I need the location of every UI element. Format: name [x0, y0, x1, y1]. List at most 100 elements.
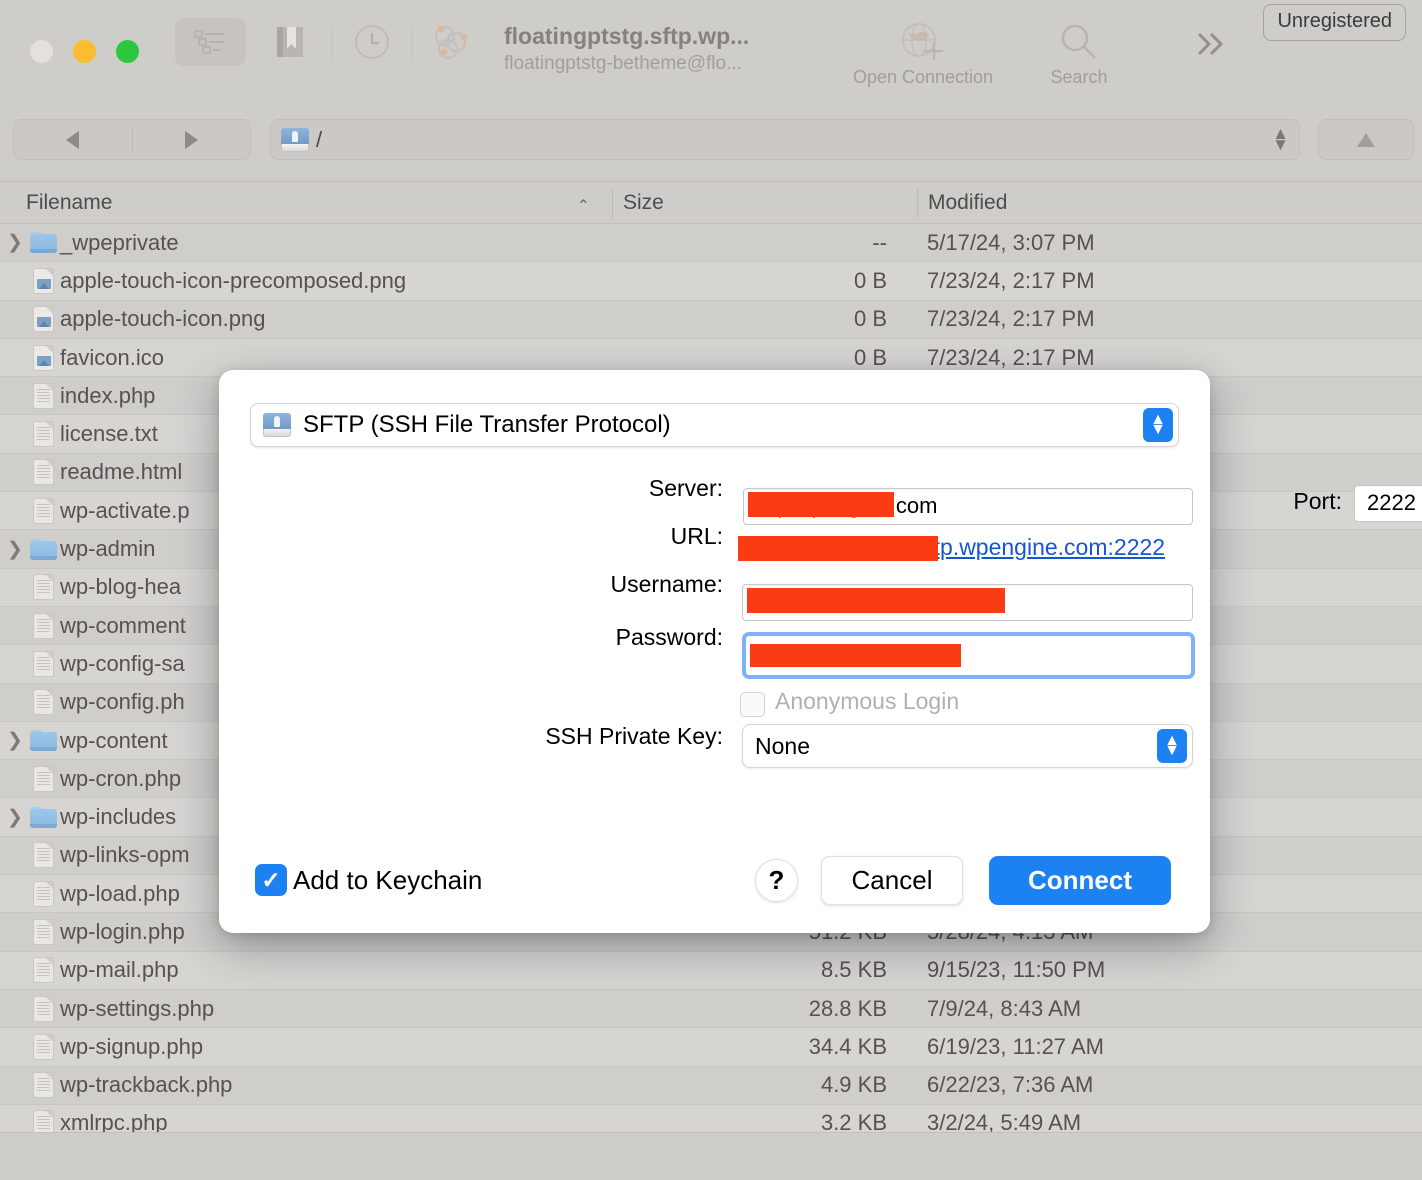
path-combobox[interactable]: / ▲ ▼ — [270, 119, 1300, 160]
table-row[interactable]: ❯ _wpeprivate -- 5/17/24, 3:07 PM — [0, 224, 1422, 263]
connection-user: floatingptstg-betheme@flo... — [504, 52, 742, 74]
file-modified: 6/19/23, 11:27 AM — [927, 1033, 1104, 1059]
file-size: 0 B — [853, 344, 887, 370]
table-row[interactable]: ❯ wp-signup.php 34.4 KB 6/19/23, 11:27 AM — [0, 1028, 1422, 1067]
file-size: 0 B — [853, 267, 887, 293]
server-input[interactable]: sftp.wpengine.com — [743, 488, 1193, 525]
disclosure-spacer: ❯ — [4, 691, 26, 714]
transfers-button[interactable] — [428, 20, 474, 64]
file-name: readme.html — [60, 459, 183, 485]
disclosure-spacer: ❯ — [4, 346, 26, 369]
list-view-button[interactable] — [175, 18, 246, 66]
history-nav-group — [13, 119, 251, 160]
unregistered-badge[interactable]: Unregistered — [1263, 4, 1406, 41]
ssh-private-key-select[interactable]: None ▲ ▼ — [742, 724, 1193, 768]
disclosure-spacer: ❯ — [4, 269, 26, 292]
password-label: Password: — [615, 623, 723, 650]
open-connection-button[interactable]: Open Connection — [853, 14, 993, 86]
forward-button[interactable] — [133, 130, 251, 149]
file-name: wp-includes — [60, 804, 177, 830]
disclosure-spacer: ❯ — [4, 959, 26, 982]
file-modified: 7/9/24, 8:43 AM — [927, 995, 1082, 1021]
disclosure-chevron-right-icon[interactable]: ❯ — [4, 806, 26, 829]
file-name: wp-settings.php — [60, 995, 215, 1021]
file-modified: 9/15/23, 11:50 PM — [927, 957, 1106, 983]
triangle-left-icon — [66, 130, 80, 149]
disclosure-spacer: ❯ — [4, 576, 26, 599]
document-file-icon — [26, 574, 60, 601]
history-button[interactable] — [350, 22, 394, 62]
column-header-filename[interactable]: Filename ⌃ — [0, 191, 612, 215]
table-row[interactable]: ❯ wp-settings.php 28.8 KB 7/9/24, 8:43 AM — [0, 989, 1422, 1029]
document-file-icon — [26, 421, 60, 448]
minimize-window-button[interactable] — [73, 40, 96, 63]
disclosure-chevron-right-icon[interactable]: ❯ — [4, 231, 26, 254]
disclosure-chevron-right-icon[interactable]: ❯ — [4, 538, 26, 561]
url-link[interactable]: ftp://redactedhostsftp.wpengine.com:2222 — [738, 534, 1165, 561]
file-modified: 5/17/24, 3:07 PM — [927, 229, 1095, 255]
column-header-modified[interactable]: Modified — [917, 187, 1422, 218]
file-name: wp-comment — [60, 612, 186, 638]
image-file-icon — [26, 267, 60, 294]
table-row[interactable]: ❯ wp-trackback.php 4.9 KB 6/22/23, 7:36 AM — [0, 1066, 1422, 1105]
ssh-key-stepper[interactable]: ▲ ▼ — [1157, 729, 1187, 763]
file-name: wp-links-opm — [60, 842, 190, 868]
back-button[interactable] — [14, 130, 132, 149]
cancel-button[interactable]: Cancel — [821, 856, 963, 905]
protocol-select[interactable]: SFTP (SSH File Transfer Protocol) ▲ ▼ — [250, 403, 1179, 447]
toolbar-overflow-button[interactable] — [1186, 22, 1238, 66]
document-file-icon — [26, 765, 60, 792]
disclosure-spacer: ❯ — [4, 882, 26, 905]
disclosure-spacer: ❯ — [4, 423, 26, 446]
dialog-footer: ✓ Add to Keychain ? Cancel Connect — [219, 855, 1210, 907]
file-size: 0 B — [853, 306, 887, 332]
search-label: Search — [1050, 67, 1108, 87]
table-row[interactable]: ❯ apple-touch-icon.png 0 B 7/23/24, 2:17 PM — [0, 300, 1422, 339]
document-file-icon — [26, 957, 60, 984]
search-button[interactable]: Search — [1031, 14, 1127, 86]
close-window-button[interactable] — [30, 40, 53, 63]
disclosure-spacer: ❯ — [4, 844, 26, 867]
file-name: wp-load.php — [60, 880, 180, 906]
parent-directory-button[interactable] — [1318, 119, 1414, 160]
port-input[interactable]: 2222 — [1354, 485, 1422, 522]
file-list-header: Filename ⌃ Size Modified — [0, 182, 1422, 224]
file-size: 28.8 KB — [808, 995, 887, 1021]
password-input[interactable] — [742, 632, 1195, 679]
disclosure-chevron-right-icon[interactable]: ❯ — [4, 729, 26, 752]
document-file-icon — [26, 459, 60, 486]
connection-host: floatingptstg.sftp.wp... — [504, 23, 750, 49]
file-name: license.txt — [60, 421, 158, 447]
file-name: _wpeprivate — [60, 229, 179, 255]
open-connection-dialog: SFTP (SSH File Transfer Protocol) ▲ ▼ Ser… — [219, 370, 1422, 933]
table-row[interactable]: ❯ apple-touch-icon-precomposed.png 0 B 7/23… — [0, 262, 1422, 301]
folder-icon — [26, 730, 60, 751]
add-to-keychain-label: Add to Keychain — [293, 865, 483, 895]
protocol-label: SFTP (SSH File Transfer Protocol) — [303, 411, 671, 438]
folder-icon — [26, 232, 60, 254]
column-header-size[interactable]: Size — [612, 187, 917, 218]
checkmark-icon: ✓ — [261, 866, 281, 893]
file-size: -- — [872, 229, 887, 255]
window-toolbar: floatingptstg.sftp.wp... floatingptstg-b… — [0, 0, 1422, 112]
disclosure-spacer: ❯ — [4, 997, 26, 1020]
add-to-keychain-checkbox[interactable]: ✓ — [255, 864, 287, 896]
sort-ascending-icon: ⌃ — [576, 197, 590, 215]
anonymous-login-checkbox[interactable] — [740, 692, 765, 717]
username-input[interactable] — [742, 584, 1193, 621]
ssh-private-key-label: SSH Private Key: — [545, 722, 723, 749]
bookmarks-button[interactable] — [268, 22, 312, 62]
drive-icon — [281, 127, 309, 152]
url-value: sftp.wpengine.com:2222 — [915, 534, 1166, 560]
maximize-window-button[interactable] — [116, 40, 139, 63]
server-redaction — [748, 492, 894, 517]
disclosure-spacer: ❯ — [4, 767, 26, 790]
table-row[interactable]: ❯ wp-mail.php 8.5 KB 9/15/23, 11:50 PM — [0, 951, 1422, 990]
help-button[interactable]: ? — [755, 859, 798, 902]
port-label: Port: — [1293, 488, 1342, 514]
protocol-stepper[interactable]: ▲ ▼ — [1143, 408, 1173, 442]
stepper-up-down-icon[interactable]: ▲ ▼ — [1272, 125, 1289, 152]
toolbar-divider-1 — [332, 26, 333, 60]
document-file-icon — [26, 497, 60, 524]
connect-button[interactable]: Connect — [989, 856, 1171, 905]
